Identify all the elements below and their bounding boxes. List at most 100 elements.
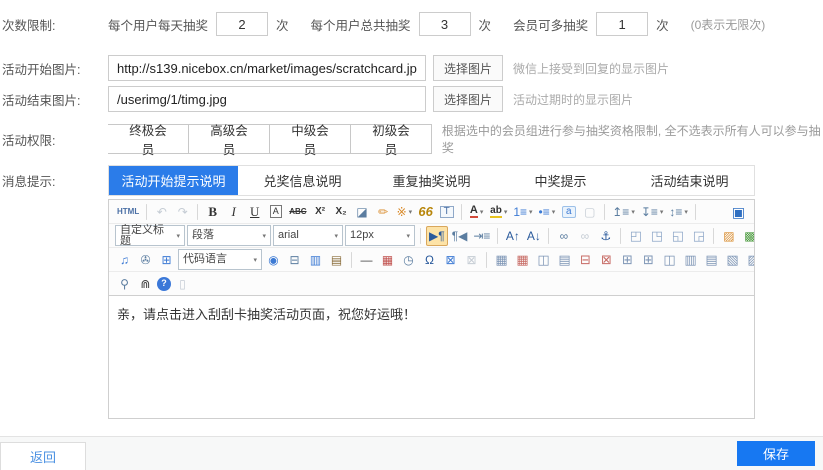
preview-icon[interactable]: ⚲ xyxy=(115,274,134,294)
daily-draw-limit-input[interactable] xyxy=(216,12,268,36)
underline-icon[interactable]: U xyxy=(245,202,264,222)
insert-table-icon[interactable]: ▦ xyxy=(492,250,511,270)
tab-repeat-draw[interactable]: 重复抽奖说明 xyxy=(367,166,496,195)
choose-start-image-button[interactable]: 选择图片 xyxy=(433,55,503,81)
delete-col-icon[interactable]: ⊠ xyxy=(597,250,616,270)
table-title-icon[interactable]: ▤ xyxy=(555,250,574,270)
member-option-middle[interactable]: 中级会员 xyxy=(270,124,351,154)
indent-icon[interactable]: ⇥≡ xyxy=(471,226,492,246)
paste-icon[interactable]: ▯ xyxy=(173,274,192,294)
undo-icon[interactable]: ↶ xyxy=(152,202,171,222)
attachment-icon[interactable]: ✇ xyxy=(136,250,155,270)
separator xyxy=(197,204,198,220)
merge-right-icon[interactable]: ▥ xyxy=(681,250,700,270)
member-option-junior[interactable]: 初级会员 xyxy=(351,124,432,154)
member-extra-draw-input[interactable] xyxy=(596,12,648,36)
merge-cells-icon[interactable]: ◫ xyxy=(660,250,679,270)
insert-iframe-icon[interactable]: ⊞ xyxy=(157,250,176,270)
special-char-icon[interactable]: Ω xyxy=(420,250,439,270)
insert-col-icon[interactable]: ⊞ xyxy=(639,250,658,270)
choose-end-image-button[interactable]: 选择图片 xyxy=(433,86,503,112)
custom-title-select[interactable]: 自定义标题 ▾ xyxy=(115,225,185,246)
tab-activity-start-tip[interactable]: 活动开始提示说明 xyxy=(109,166,238,195)
template-icon[interactable]: ▥ xyxy=(306,250,325,270)
split-col-icon[interactable]: ▨ xyxy=(744,250,754,270)
link-icon[interactable]: ∞ xyxy=(554,226,573,246)
insert-date-icon[interactable]: ▦ xyxy=(378,250,397,270)
insert-row-icon[interactable]: ⊞ xyxy=(618,250,637,270)
clear-doc-icon[interactable]: ▢ xyxy=(580,202,599,222)
unlink-icon[interactable]: ∞ xyxy=(575,226,594,246)
table-caption-icon[interactable]: ◫ xyxy=(534,250,553,270)
paragraph-spacing-top-icon[interactable]: ↥≡ ▾ xyxy=(610,202,637,222)
member-option-ultimate[interactable]: 终极会员 xyxy=(108,124,189,154)
help-icon[interactable]: ? xyxy=(157,277,171,291)
icon-glyph: A↓ xyxy=(527,230,541,242)
font-size-down-icon[interactable]: A↓ xyxy=(524,226,543,246)
icon-glyph: ↶ xyxy=(157,206,167,218)
editor-content[interactable]: 亲，请点击进入刮刮卡抽奖活动页面，祝您好运哦！ xyxy=(109,296,754,418)
image-align-right-icon[interactable]: ◳ xyxy=(647,226,666,246)
back-button[interactable]: 返回 xyxy=(0,442,86,470)
tab-redeem-info[interactable]: 兑奖信息说明 xyxy=(238,166,367,195)
redo-icon[interactable]: ↷ xyxy=(173,202,192,222)
icon-glyph: ◱ xyxy=(672,229,684,242)
delete-row-icon[interactable]: ⊟ xyxy=(576,250,595,270)
snapscreen-icon[interactable]: ◉ xyxy=(264,250,283,270)
google-map-icon[interactable]: ⊠ xyxy=(462,250,481,270)
merge-down-icon[interactable]: ▤ xyxy=(702,250,721,270)
select-all-icon[interactable]: a xyxy=(559,202,578,222)
multi-image-upload-icon[interactable]: ▩ xyxy=(740,226,754,246)
end-image-url-input[interactable] xyxy=(108,86,426,112)
paste-text-icon[interactable]: T xyxy=(437,202,456,222)
horizontal-rule-icon[interactable]: — xyxy=(357,250,376,270)
font-size-up-icon[interactable]: A↑ xyxy=(503,226,522,246)
pagebreak-icon[interactable]: ⊟ xyxy=(285,250,304,270)
map-icon[interactable]: ⊠ xyxy=(441,250,460,270)
ordered-list-icon[interactable]: 1≡ ▾ xyxy=(511,202,534,222)
split-row-icon[interactable]: ▧ xyxy=(723,250,742,270)
italic-icon[interactable]: I xyxy=(224,202,243,222)
highlight-color-icon[interactable]: ab ▾ xyxy=(488,202,509,222)
line-height-icon[interactable]: ↕≡ ▾ xyxy=(667,202,690,222)
format-brush-icon[interactable]: ✏ xyxy=(374,202,393,222)
anchor-icon[interactable]: ⚓ xyxy=(596,226,615,246)
limit-suffix-label: 次 xyxy=(479,15,492,34)
paragraph-spacing-bottom-icon[interactable]: ↧≡ ▾ xyxy=(639,202,666,222)
subscript-icon[interactable]: X₂ xyxy=(332,202,351,222)
insert-music-icon[interactable]: ♫ xyxy=(115,250,134,270)
auto-typeset-icon[interactable]: ※ ▾ xyxy=(395,202,415,222)
image-align-none-icon[interactable]: ◲ xyxy=(689,226,708,246)
fullscreen-icon[interactable]: ▣ xyxy=(729,202,748,222)
code-language-select[interactable]: 代码语言 ▾ xyxy=(178,249,262,270)
font-family-select[interactable]: arial ▾ xyxy=(273,225,343,246)
html-source-icon[interactable]: HTML xyxy=(115,202,141,222)
icon-glyph: ↧≡ xyxy=(641,206,658,218)
image-align-center-icon[interactable]: ◱ xyxy=(668,226,687,246)
bold-icon[interactable]: B xyxy=(203,202,222,222)
paragraph-format-select[interactable]: 段落 ▾ xyxy=(187,225,271,246)
tab-activity-end[interactable]: 活动结束说明 xyxy=(625,166,754,195)
ltr-direction-icon[interactable]: ▶¶ xyxy=(426,226,448,246)
limits-note: (0表示无限次) xyxy=(691,16,766,33)
rtl-direction-icon[interactable]: ¶◀ xyxy=(450,226,470,246)
superscript-icon[interactable]: X² xyxy=(311,202,330,222)
delete-table-icon[interactable]: ▦ xyxy=(513,250,532,270)
member-option-senior[interactable]: 高级会员 xyxy=(189,124,270,154)
unordered-list-icon[interactable]: •≡ ▾ xyxy=(537,202,558,222)
save-button[interactable]: 保存 xyxy=(737,441,815,466)
start-image-url-input[interactable] xyxy=(108,55,426,81)
total-draw-limit-input[interactable] xyxy=(419,12,471,36)
char-border-icon[interactable]: A xyxy=(266,202,285,222)
font-color-icon[interactable]: A ▾ xyxy=(467,202,486,222)
insert-image-icon[interactable]: ▨ xyxy=(719,226,738,246)
tab-win-tip[interactable]: 中奖提示 xyxy=(496,166,625,195)
search-replace-icon[interactable]: ⋒ xyxy=(136,274,155,294)
eraser-icon[interactable]: ◪ xyxy=(353,202,372,222)
insert-time-icon[interactable]: ◷ xyxy=(399,250,418,270)
background-icon[interactable]: ▤ xyxy=(327,250,346,270)
blockquote-icon[interactable]: 66 xyxy=(416,202,435,222)
image-align-left-icon[interactable]: ◰ xyxy=(626,226,645,246)
strikethrough-icon[interactable]: ABC xyxy=(287,202,308,222)
font-size-select[interactable]: 12px ▾ xyxy=(345,225,415,246)
